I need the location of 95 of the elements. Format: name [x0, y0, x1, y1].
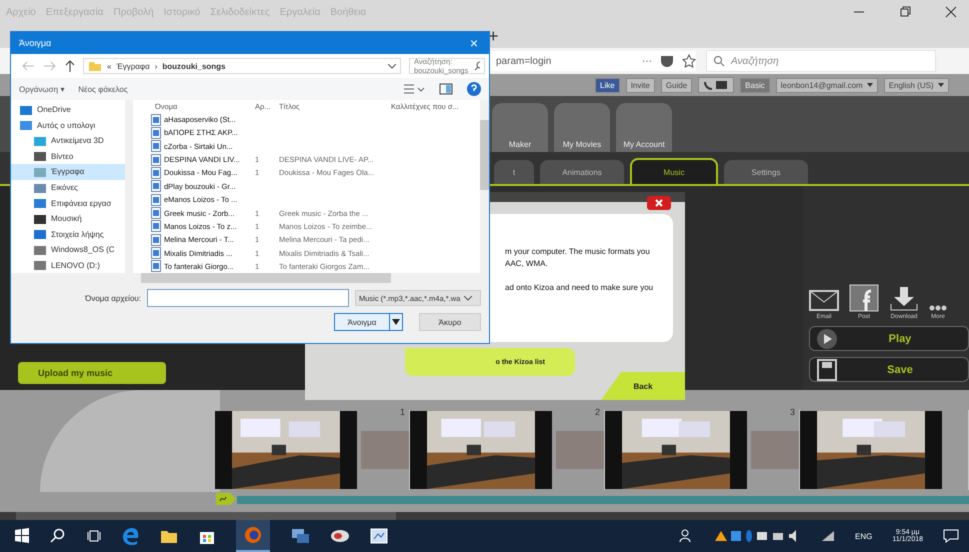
close-button[interactable]: × [459, 35, 489, 51]
audio-file-icon [151, 114, 161, 126]
folder-item[interactable]: Αυτός ο υπολογι [11, 118, 125, 134]
language-indicator[interactable]: ENG [855, 532, 872, 540]
audio-file-icon [151, 260, 161, 272]
search-icon [474, 61, 480, 71]
folder-item[interactable]: Επιφάνεια εργασ [11, 195, 125, 211]
up-icon[interactable] [65, 60, 75, 72]
audio-file-icon [151, 180, 161, 192]
instruction-line: ad onto Kizoa and need to make sure you [505, 282, 654, 294]
guide-button[interactable]: Guide [660, 78, 692, 92]
open-button[interactable]: Άνοιγμα [334, 313, 390, 331]
edge-icon[interactable] [122, 527, 140, 545]
new-folder-button[interactable]: Νέος φάκελος [78, 84, 128, 94]
audio-file-icon [151, 247, 161, 260]
folder-item[interactable]: Αντικείμενα 3D [11, 133, 125, 149]
filename-label: Όνομα αρχείου: [85, 294, 141, 302]
help-icon[interactable] [467, 82, 481, 96]
instruction-line: AAC, WMA. [505, 258, 549, 270]
wifi-icon[interactable] [821, 530, 836, 542]
pocket-icon[interactable] [660, 54, 674, 68]
audio-file-icon [151, 154, 161, 166]
audio-file-icon [151, 126, 161, 139]
editor-tab[interactable]: t [494, 160, 534, 184]
folder-item[interactable]: Βίντεο [11, 148, 125, 164]
back-button[interactable]: Back [601, 372, 685, 400]
audio-file-icon [151, 207, 161, 220]
facebook-icon [849, 284, 879, 312]
like-button[interactable]: Like [595, 78, 620, 92]
nav-tab[interactable]: My Account [616, 103, 672, 152]
editor-tab[interactable]: Animations [540, 160, 624, 184]
scrollbar-thumb[interactable] [480, 120, 489, 190]
audio-file-icon [151, 140, 161, 152]
disc-app-icon[interactable] [330, 527, 350, 545]
folder-item[interactable]: Έγγραφα [11, 164, 125, 180]
folder-item[interactable]: Στοιχεία λήψης [11, 226, 125, 242]
audio-file-icon [151, 220, 161, 232]
window-app-icon[interactable] [370, 527, 388, 545]
new-tab-button[interactable]: + [488, 26, 499, 46]
search-icon[interactable] [50, 528, 66, 544]
start-icon[interactable] [14, 528, 30, 544]
folder-item[interactable]: Μουσική [11, 210, 125, 226]
play-icon [816, 328, 838, 350]
caret-icon [392, 319, 400, 325]
preview-pane-icon[interactable] [439, 83, 453, 95]
dialog-title-bar: Άνοιγμα × [11, 32, 489, 54]
caret-icon [866, 83, 873, 87]
audio-file-icon [151, 194, 161, 206]
folder-item[interactable]: Εικόνες [11, 180, 125, 196]
search-field[interactable]: Αναζήτηση [706, 50, 936, 72]
plan-badge: Basic [740, 78, 770, 92]
audio-file-icon [151, 166, 161, 179]
audio-file-icon [151, 234, 161, 246]
instruction-line: m your computer. The music formats you [505, 246, 651, 258]
editor-tab[interactable]: Settings [724, 160, 808, 184]
search-icon [713, 55, 725, 67]
more-icon [929, 304, 947, 312]
editor-tab[interactable]: Music [630, 158, 718, 184]
network-app-icon[interactable] [290, 527, 310, 545]
nav-tab[interactable]: My Movies [554, 103, 610, 152]
organize-menu[interactable]: Οργάνωση ▾ [19, 84, 64, 94]
folder-item[interactable]: Windows8_OS (C [11, 242, 125, 258]
nav-tab[interactable]: Maker [492, 103, 548, 152]
slide-number: 2 [594, 407, 600, 417]
star-icon[interactable] [682, 54, 696, 68]
firefox-taskbar-icon[interactable] [236, 520, 270, 552]
chevron-icon [464, 296, 472, 300]
save-button[interactable]: Save [809, 357, 969, 382]
envelope-icon [809, 288, 839, 312]
scrollbar-thumb[interactable] [16, 512, 396, 520]
scrollbar-thumb[interactable] [141, 273, 391, 283]
caret-icon [938, 83, 944, 87]
task-view-icon[interactable] [86, 528, 102, 544]
cancel-button[interactable]: Άκυρο [419, 313, 481, 331]
folder-icon[interactable] [160, 528, 178, 544]
slide-number: 3 [790, 407, 795, 417]
slide-number: 1 [400, 407, 405, 417]
folder-item[interactable]: LENOVO (D:) [11, 257, 125, 274]
filename-field[interactable] [147, 289, 349, 307]
play-button[interactable]: Play [809, 326, 969, 351]
close-icon[interactable] [647, 196, 671, 210]
chevron-icon[interactable] [388, 64, 396, 68]
notifications-icon[interactable] [943, 529, 959, 543]
address-bar[interactable]: « Έγγραφα › bouzouki_songs [83, 58, 401, 74]
folder-item[interactable]: OneDrive [11, 102, 125, 118]
music-marker-icon[interactable] [215, 492, 237, 506]
invite-button[interactable]: Invite [626, 78, 655, 92]
folder-icon [88, 60, 102, 72]
language-dropdown[interactable]: English (US) [884, 78, 949, 92]
view-options-icon[interactable] [403, 83, 425, 95]
address-bar[interactable]: param=login ··· [490, 51, 696, 71]
upload-music-button[interactable]: Upload my music [18, 362, 166, 384]
account-dropdown[interactable]: leonbon14@gmail.com [776, 78, 878, 92]
open-options-button[interactable] [390, 313, 403, 331]
contact-icon[interactable] [698, 77, 734, 93]
